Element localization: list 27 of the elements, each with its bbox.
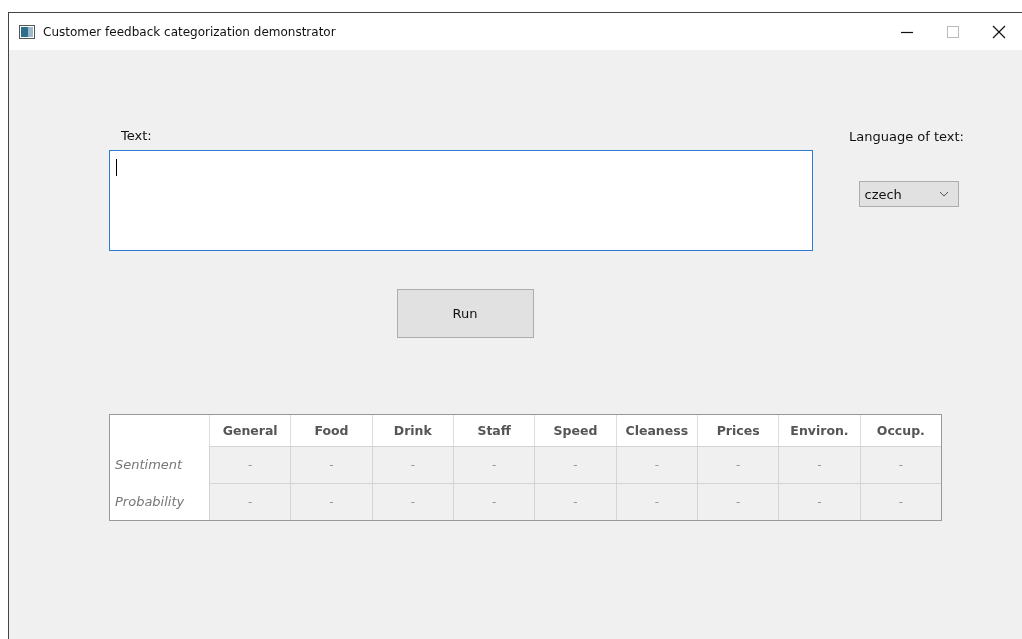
table-cell: - — [778, 446, 860, 483]
table-cell: - — [209, 446, 291, 483]
window-title: Customer feedback categorization demonstrator — [43, 24, 336, 39]
table-cell: - — [209, 483, 291, 520]
chevron-down-icon — [938, 191, 949, 197]
table-cell: - — [615, 446, 697, 483]
table-cell: - — [778, 483, 860, 520]
table-cell: - — [697, 446, 779, 483]
table-cell: - — [290, 446, 372, 483]
text-input-field[interactable] — [109, 150, 813, 251]
language-dropdown[interactable]: czech — [858, 181, 959, 207]
table-cell: - — [615, 483, 697, 520]
table-cell: - — [453, 483, 535, 520]
language-label: Language of text: — [849, 129, 964, 144]
text-caret — [116, 159, 117, 176]
table-cell: - — [371, 446, 453, 483]
run-button[interactable]: Run — [396, 289, 534, 338]
table-cell: - — [859, 483, 941, 520]
app-icon — [19, 24, 35, 39]
table-cell: - — [859, 446, 941, 483]
table-cell: - — [697, 483, 779, 520]
text-label: Text: — [120, 128, 153, 144]
table-cell: - — [290, 483, 372, 520]
table-cell: - — [453, 446, 535, 483]
table-cell: - — [534, 483, 616, 520]
table-cell: - — [371, 483, 453, 520]
table-cell: - — [534, 446, 616, 483]
